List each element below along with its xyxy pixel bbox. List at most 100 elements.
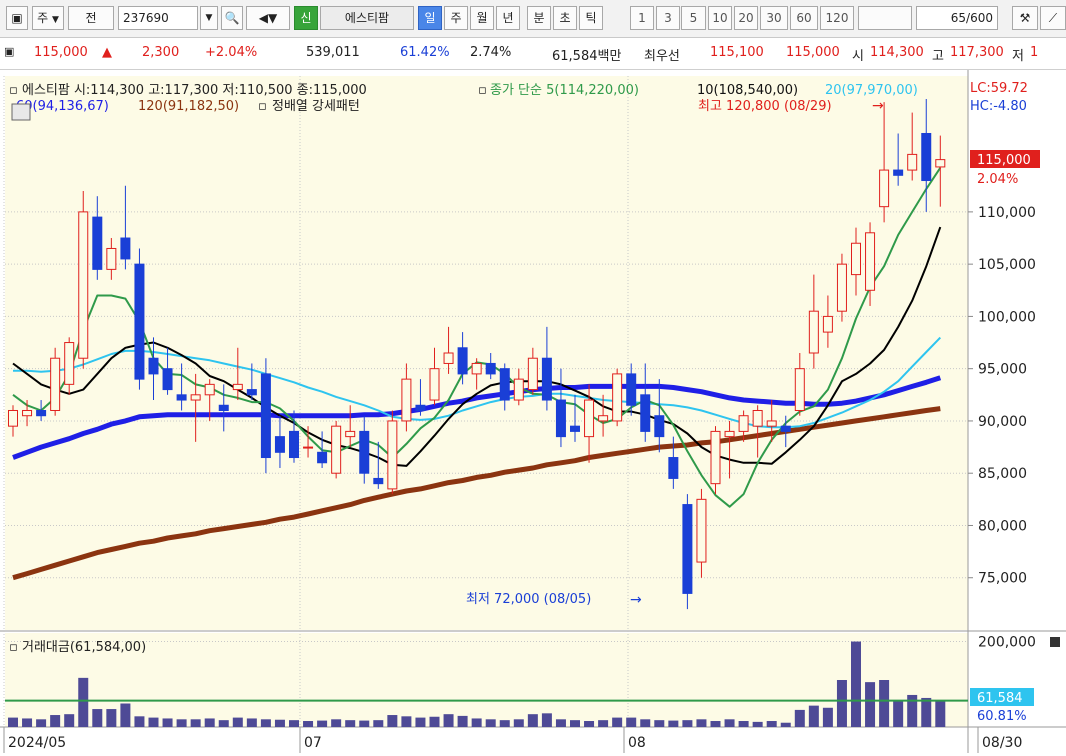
layout-icon[interactable]: ▣ <box>6 6 28 30</box>
candle-body <box>387 420 398 490</box>
y-tick-label: 90,000 <box>978 414 1027 430</box>
tab-period-4[interactable]: 분 <box>527 6 551 30</box>
candle-body <box>584 399 595 438</box>
price-change-pct: +2.04% <box>205 45 258 60</box>
volume-bar <box>935 700 946 727</box>
candle-body <box>317 451 328 464</box>
candle-body <box>935 159 946 168</box>
volume-bar <box>106 709 117 727</box>
low-arrow-icon: → <box>630 592 642 608</box>
candle-body <box>373 477 384 485</box>
candle-body <box>808 310 819 354</box>
tab-period-6[interactable]: 틱 <box>579 6 603 30</box>
price-badge: 115,000 <box>977 153 1031 168</box>
hc-label: HC:-4.80 <box>970 99 1027 114</box>
volume-bar <box>879 680 890 727</box>
volume-bar <box>218 720 229 727</box>
volume-bar <box>682 720 693 727</box>
candle-body <box>246 389 257 396</box>
calendar-icon[interactable] <box>11 103 31 121</box>
interval-button-1[interactable]: 3 <box>656 6 680 30</box>
volume-bar <box>176 719 187 727</box>
interval-button-7[interactable]: 120 <box>820 6 854 30</box>
interval-button-2[interactable]: 5 <box>681 6 706 30</box>
y-tick-label: 105,000 <box>978 257 1036 273</box>
volume: 539,011 <box>306 45 360 60</box>
high-value: 117,300 <box>950 45 1004 60</box>
stock-name: 에스티팜 <box>320 6 414 30</box>
candle-body <box>640 394 651 432</box>
code-dropdown-icon[interactable]: ▼ <box>200 6 218 30</box>
volume-bar <box>345 720 356 727</box>
candle-body <box>289 430 299 459</box>
interval-button-5[interactable]: 30 <box>760 6 788 30</box>
speaker-icon[interactable]: ◀▼ <box>246 6 290 30</box>
volume-bar <box>598 720 609 727</box>
high-label: 고 <box>932 49 944 64</box>
volume-bar <box>92 709 103 727</box>
volume-bar <box>120 703 131 727</box>
volume-bar <box>555 719 566 727</box>
count-input[interactable]: 65/600 <box>916 6 998 30</box>
candle-body <box>921 132 932 182</box>
price-chart[interactable]: 110,000 105,000 100,000 95,000 90,000 85,000 8… <box>0 70 1066 753</box>
candle-body <box>134 263 145 380</box>
tab-period-2[interactable]: 월 <box>470 6 494 30</box>
volume-bar <box>359 720 370 727</box>
open-value: 114,300 <box>870 45 924 60</box>
close-panel-icon[interactable] <box>1050 637 1060 647</box>
candle-body <box>570 425 580 432</box>
volume-bar <box>148 717 159 727</box>
count-value: 65 <box>950 11 967 25</box>
volume-bar <box>260 719 271 727</box>
volume-bar <box>626 717 637 727</box>
interval-button-3[interactable]: 10 <box>708 6 732 30</box>
search-icon[interactable]: 🔍 <box>221 6 243 30</box>
interval-button-0[interactable]: 1 <box>630 6 654 30</box>
line-tool-icon[interactable]: ⟋ <box>1040 6 1066 30</box>
tab-period-0[interactable]: 일 <box>418 6 442 30</box>
period-dropdown[interactable]: 주 ▼ <box>32 6 64 30</box>
candle-body <box>612 373 623 422</box>
interval-button-6[interactable]: 60 <box>790 6 818 30</box>
legend-icon-4: ▫ <box>9 640 18 655</box>
volume-bar <box>429 716 440 727</box>
chart-tool-icon[interactable]: ⚒ <box>1012 6 1038 30</box>
chart-area[interactable]: 110,000 105,000 100,000 95,000 90,000 85,000 8… <box>0 70 1066 753</box>
volume-bar <box>836 680 847 727</box>
low-annotation: 최저 72,000 (08/05) <box>466 592 591 607</box>
high-arrow-icon: → <box>872 98 884 114</box>
legend-ma20: 20(97,970,00) <box>825 83 918 98</box>
price-panel-bg <box>5 76 968 630</box>
volume-bar <box>64 714 75 727</box>
y-tick-label: 80,000 <box>978 518 1027 534</box>
candle-body <box>78 211 89 359</box>
candle-body <box>822 315 833 333</box>
tab-period-3[interactable]: 년 <box>496 6 520 30</box>
volume-bar <box>485 719 496 727</box>
prev-button[interactable]: 전 <box>68 6 114 30</box>
blank-dropdown[interactable] <box>858 6 912 30</box>
candle-body <box>654 415 665 438</box>
trade-amount: 61,584백만 <box>552 49 622 64</box>
volume-bar <box>246 718 257 727</box>
stock-code-input[interactable]: 237690 <box>118 6 198 30</box>
tab-period-5[interactable]: 초 <box>553 6 577 30</box>
tab-period-1[interactable]: 주 <box>444 6 468 30</box>
interval-button-4[interactable]: 20 <box>734 6 758 30</box>
volume-bar <box>8 717 18 727</box>
layout-icon-small[interactable]: ▣ <box>4 45 14 58</box>
candle-body <box>626 373 637 406</box>
candle-body <box>190 394 201 401</box>
volume-bar <box>696 719 707 727</box>
candle-body <box>176 394 187 401</box>
candle-body <box>738 415 749 432</box>
best-bid: 115,000 <box>786 45 840 60</box>
legend-icon-2: ▫ <box>478 83 487 98</box>
candle-body <box>331 425 342 474</box>
candle-body <box>471 362 482 375</box>
volume-bar <box>471 718 482 727</box>
volume-bar <box>780 722 791 727</box>
candle-body <box>598 415 609 422</box>
y-tick-label: 100,000 <box>978 309 1036 325</box>
